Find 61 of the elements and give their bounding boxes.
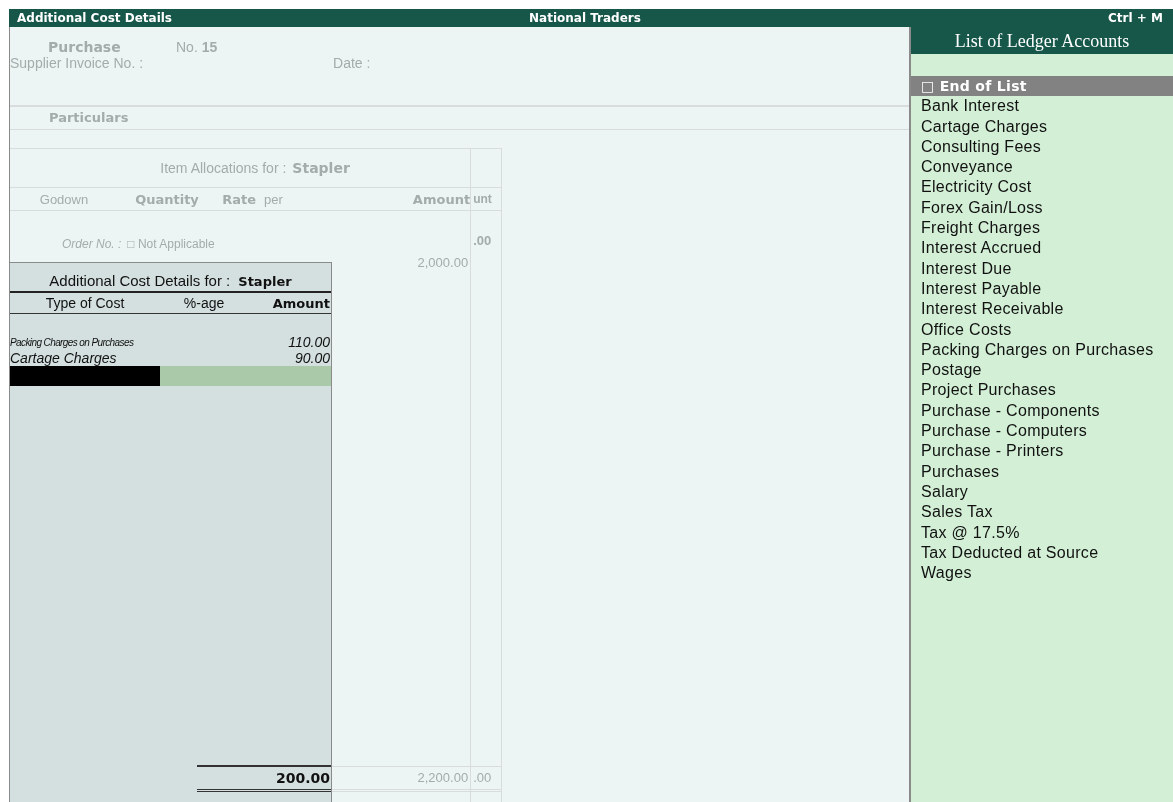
ledger-item[interactable]: □ End of List [911,76,1173,97]
allocation-total: 2,200.00 [417,770,469,785]
ledger-item[interactable]: Conveyance [911,157,1173,178]
ledger-item[interactable]: Interest Receivable [911,299,1173,320]
voucher-number: 15 [201,39,218,55]
cost-total: 200.00 [275,770,330,786]
ledger-item[interactable]: Purchase - Printers [911,441,1173,462]
column-header: Amount [271,295,331,311]
ledger-item[interactable]: Purchases [911,461,1173,482]
cost-type: Packing Charges on Purchases [10,336,134,348]
company-name: National Traders [529,11,641,25]
ledger-item[interactable]: Forex Gain/Loss [911,197,1173,219]
supplier-invoice-label: Supplier Invoice No. : [10,55,144,71]
ledger-item[interactable]: Packing Charges on Purchases [911,339,1173,361]
voucher-type: Purchase [48,39,122,55]
column-header: Rate [221,191,256,207]
window-title: Additional Cost Details [17,11,172,25]
ledger-item[interactable]: Sales Tax [911,502,1173,523]
entry-row[interactable] [10,366,331,386]
popup-title: Additional Cost Details for : [49,272,231,289]
column-header: Amount [411,191,471,207]
ledger-item[interactable]: Project Purchases [911,380,1173,401]
ledger-item[interactable]: Postage [911,360,1173,381]
shortcut-label: Ctrl + M [1108,11,1163,25]
allocation-title: Item Allocations for : [160,160,287,176]
ledger-item[interactable]: Wages [911,563,1173,584]
ledger-item[interactable]: Purchase - Computers [911,421,1173,442]
ledger-item[interactable]: Interest Accrued [911,238,1173,259]
ledger-item[interactable]: Tax Deducted at Source [911,542,1173,564]
allocation-item: Stapler [292,160,350,176]
side-total: .00 [473,770,492,785]
cost-type: Cartage Charges [10,350,117,366]
ledger-item[interactable]: Salary [911,481,1173,503]
cost-amount: 110.00 [288,334,330,350]
ledger-item[interactable]: Freight Charges [911,218,1173,239]
ledger-item[interactable]: Purchase - Components [911,400,1173,422]
ledger-item[interactable]: Office Costs [911,319,1173,340]
column-header: unt [473,192,492,206]
ledger-item[interactable]: Consulting Fees [911,136,1173,158]
order-value: □ Not Applicable [127,237,215,251]
column-header: per [263,191,284,207]
date-label: Date : [333,55,371,71]
ledger-item[interactable]: Electricity Cost [911,177,1173,198]
allocation-amount: 2,000.00 [417,255,469,270]
list-title: List of Ledger Accounts [911,27,1173,54]
side-amount: .00 [473,233,492,248]
particulars-header: Particulars [49,110,129,125]
popup-item: Stapler [238,274,292,289]
column-header: Godown [38,191,90,207]
input-field[interactable] [10,366,160,386]
cost-amount: 90.00 [294,350,330,366]
ledger-item[interactable]: Tax @ 17.5% [911,522,1173,543]
column-header: %-age [182,295,226,311]
ledger-item[interactable]: Bank Interest [911,96,1173,117]
ledger-item[interactable]: Cartage Charges [911,116,1173,137]
column-header: Quantity [134,191,200,207]
order-label: Order No. : [62,237,122,251]
ledger-item[interactable]: Interest Due [911,258,1173,279]
ledger-item[interactable]: Interest Payable [911,278,1173,300]
column-header: Type of Cost [44,295,126,311]
voucher-number-label: No. [176,39,198,55]
